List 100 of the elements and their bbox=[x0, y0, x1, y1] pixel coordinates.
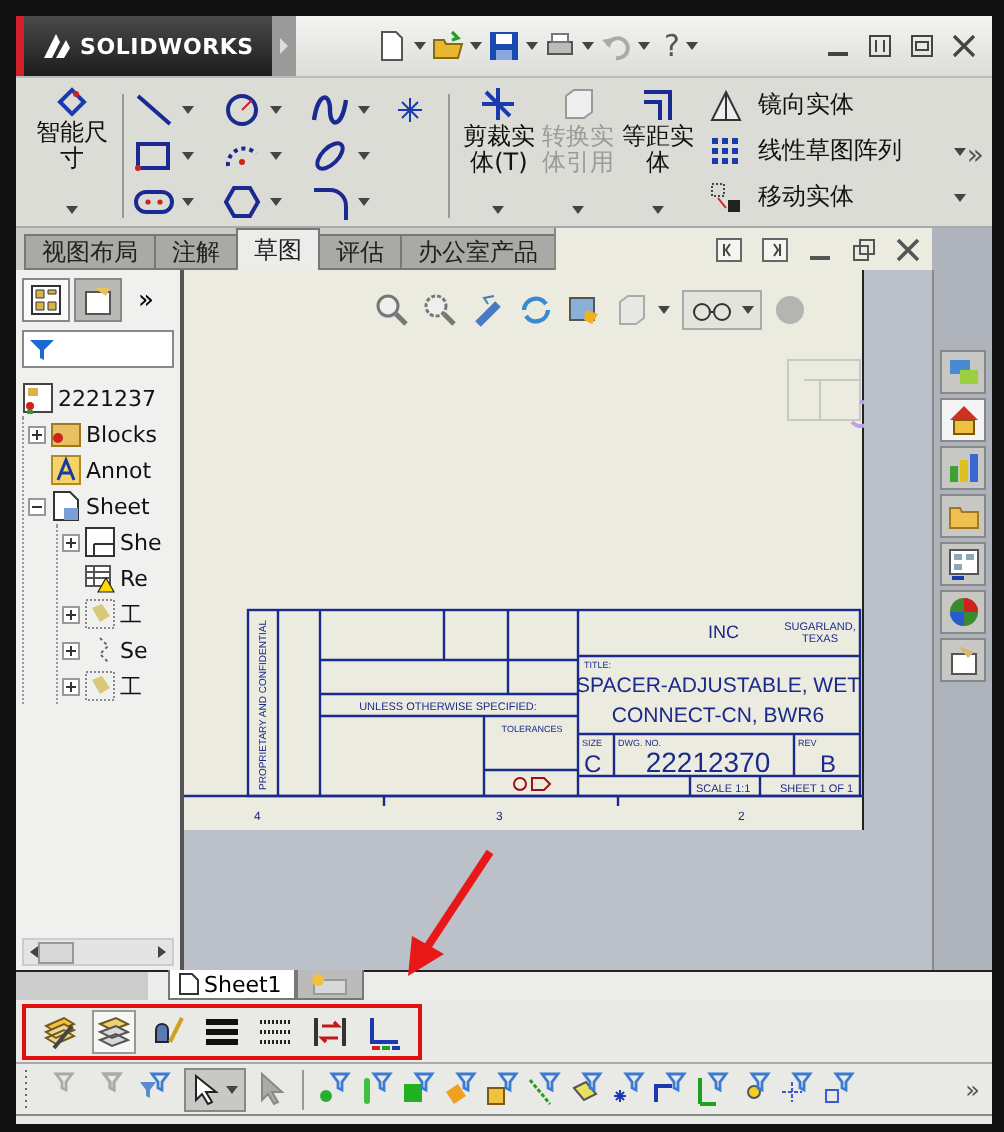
cursor-icon[interactable] bbox=[258, 1071, 290, 1107]
ribbon-tool-button[interactable]: 线性草图阵列 bbox=[709, 132, 902, 170]
tree-item[interactable]: Re bbox=[120, 565, 148, 591]
tree-item[interactable]: Blocks bbox=[86, 421, 157, 447]
restore-icon[interactable] bbox=[852, 237, 876, 261]
custom-properties-tab[interactable] bbox=[940, 638, 986, 682]
caret-icon[interactable] bbox=[658, 306, 670, 314]
expand-icon[interactable] bbox=[62, 641, 80, 659]
maximize-icon[interactable] bbox=[910, 34, 934, 58]
caret-icon[interactable] bbox=[954, 193, 967, 201]
sheet-tab[interactable]: Sheet1 bbox=[168, 970, 296, 1000]
tree-item[interactable]: Annot bbox=[86, 457, 152, 483]
tile-icon[interactable] bbox=[868, 34, 892, 58]
caret-icon[interactable] bbox=[181, 151, 194, 159]
tree-item[interactable]: Se bbox=[120, 637, 148, 663]
refresh-icon[interactable] bbox=[518, 292, 554, 328]
datum-filter-icon[interactable] bbox=[778, 1071, 814, 1107]
caret-icon[interactable] bbox=[470, 42, 482, 50]
open-folder-icon[interactable] bbox=[432, 30, 464, 62]
solid-filter-icon[interactable] bbox=[484, 1071, 520, 1107]
zoom-area-icon[interactable] bbox=[422, 292, 458, 328]
caret-icon[interactable] bbox=[269, 105, 282, 113]
select-button[interactable] bbox=[184, 1067, 246, 1111]
caret-icon[interactable] bbox=[357, 105, 370, 113]
property-tab[interactable] bbox=[74, 278, 122, 322]
caret-icon[interactable] bbox=[651, 206, 664, 214]
ribbon-tab[interactable]: 视图布局 bbox=[24, 234, 156, 270]
face-filter-icon[interactable] bbox=[400, 1071, 436, 1107]
point-filter-icon[interactable] bbox=[610, 1071, 646, 1107]
axis-filter-icon[interactable] bbox=[526, 1071, 562, 1107]
ribbon-tool-button[interactable]: 移动实体 bbox=[709, 178, 854, 216]
close-icon[interactable] bbox=[896, 237, 920, 261]
line-icon[interactable] bbox=[133, 91, 174, 127]
expand-icon[interactable] bbox=[62, 677, 80, 695]
ribbon-tab[interactable]: 评估 bbox=[318, 234, 402, 270]
ribbon-tab[interactable]: 草图 bbox=[236, 228, 320, 270]
add-sheet-tab[interactable] bbox=[295, 970, 364, 1000]
ellipse-icon[interactable] bbox=[309, 137, 350, 173]
caret-icon[interactable] bbox=[638, 42, 650, 50]
expand-icon[interactable] bbox=[62, 605, 80, 623]
more-button[interactable]: » bbox=[126, 285, 154, 315]
view-palette-tab[interactable] bbox=[940, 542, 986, 586]
caret-icon[interactable] bbox=[357, 151, 370, 159]
tree-item[interactable]: Sheet bbox=[86, 493, 150, 519]
sheet-format-icon[interactable] bbox=[84, 526, 116, 558]
caret-icon[interactable] bbox=[269, 151, 282, 159]
ribbon-tab[interactable]: 办公室产品 bbox=[400, 234, 556, 270]
caret-icon[interactable] bbox=[954, 147, 967, 155]
feature-tree-tab[interactable] bbox=[22, 278, 70, 322]
save-icon[interactable] bbox=[488, 30, 520, 62]
caret-icon[interactable] bbox=[269, 197, 282, 205]
ribbon-tool-button[interactable]: 等距实体 bbox=[618, 86, 698, 222]
caret-icon[interactable] bbox=[181, 105, 194, 113]
circle-icon[interactable] bbox=[221, 91, 262, 127]
caret-icon[interactable] bbox=[181, 197, 194, 205]
caret-icon[interactable] bbox=[582, 42, 594, 50]
caret-icon[interactable] bbox=[492, 206, 505, 214]
expand-icon[interactable] bbox=[28, 425, 46, 443]
view-settings-icon[interactable] bbox=[566, 292, 602, 328]
tree-item[interactable]: 2221237 bbox=[58, 385, 156, 411]
sheet-icon[interactable] bbox=[50, 490, 82, 522]
table-warning-icon[interactable] bbox=[84, 562, 116, 594]
ribbon-tool-button[interactable]: 镜向实体 bbox=[709, 86, 854, 124]
polygon-icon[interactable] bbox=[221, 183, 262, 219]
appearance-tab[interactable] bbox=[940, 590, 986, 634]
fillet-icon[interactable] bbox=[309, 183, 350, 219]
caret-icon[interactable] bbox=[65, 206, 78, 214]
ribbon-tool-button[interactable]: 剪裁实体(T) bbox=[459, 86, 539, 222]
horizontal-scrollbar[interactable] bbox=[22, 938, 174, 966]
drawing-icon[interactable] bbox=[22, 382, 54, 414]
smart-dimension-button[interactable]: 智能尺寸 bbox=[32, 86, 112, 222]
vertex-filter-icon[interactable] bbox=[316, 1071, 352, 1107]
ribbon-tab[interactable]: 注解 bbox=[154, 234, 238, 270]
close-icon[interactable] bbox=[952, 34, 976, 58]
right-arrow-icon[interactable] bbox=[158, 946, 166, 958]
surface-filter-icon[interactable] bbox=[442, 1071, 478, 1107]
collapse-icon[interactable] bbox=[28, 497, 46, 515]
more-button[interactable]: » bbox=[966, 140, 984, 172]
expand-icon[interactable] bbox=[62, 533, 80, 551]
point-icon[interactable] bbox=[397, 97, 422, 121]
view-mode-button[interactable] bbox=[682, 290, 762, 330]
caret-icon[interactable] bbox=[414, 42, 426, 50]
library-tab[interactable] bbox=[940, 446, 986, 490]
filter-field[interactable] bbox=[22, 330, 174, 368]
help-button[interactable]: ? bbox=[664, 28, 680, 64]
annotation-icon[interactable] bbox=[50, 454, 82, 486]
spline-icon[interactable] bbox=[309, 91, 350, 127]
sketch-filter-icon[interactable] bbox=[652, 1071, 688, 1107]
next-view-icon[interactable] bbox=[762, 237, 788, 261]
new-document-icon[interactable] bbox=[376, 30, 408, 62]
tree-item[interactable]: 工 bbox=[120, 599, 142, 629]
tree-item[interactable]: 工 bbox=[120, 671, 142, 701]
left-arrow-icon[interactable] bbox=[30, 946, 38, 958]
edge-filter-icon[interactable] bbox=[358, 1071, 394, 1107]
caret-icon[interactable] bbox=[526, 42, 538, 50]
plane-filter-icon[interactable] bbox=[568, 1071, 604, 1107]
home-tab[interactable] bbox=[940, 398, 986, 442]
caret-icon[interactable] bbox=[357, 197, 370, 205]
tree-item[interactable]: She bbox=[120, 529, 162, 555]
blocks-folder-icon[interactable] bbox=[50, 418, 82, 450]
